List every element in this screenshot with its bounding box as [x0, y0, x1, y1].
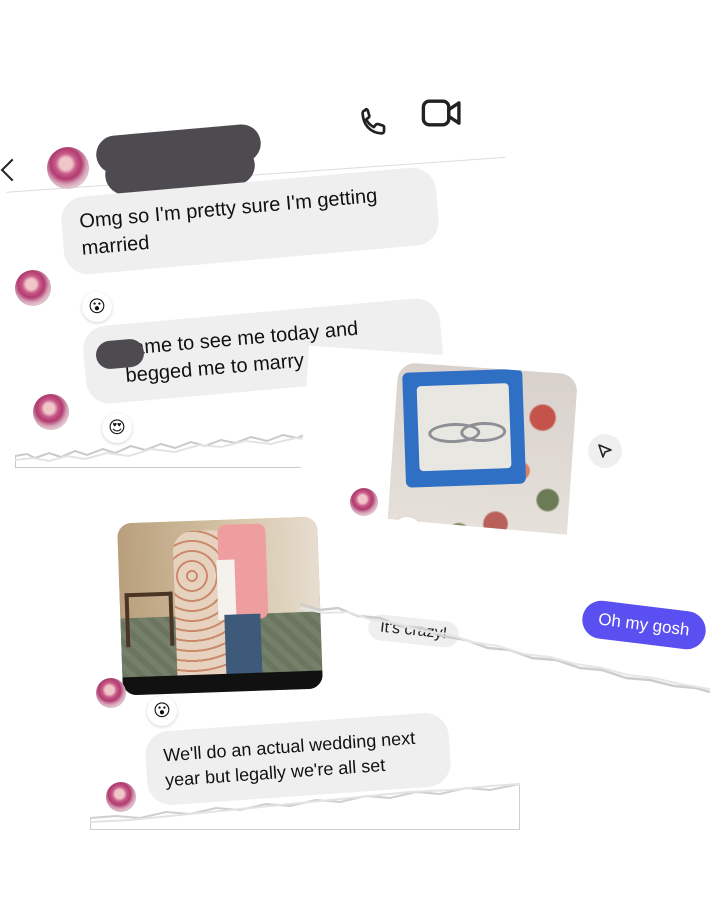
surprised-face-icon: 😮 [153, 701, 171, 720]
torn-edge-3 [90, 782, 520, 830]
sender-avatar-1 [15, 270, 51, 306]
sender-avatar-3 [350, 488, 378, 516]
share-button[interactable] [588, 434, 622, 468]
video-camera-icon[interactable] [420, 95, 464, 131]
surprised-face-icon: 😮 [88, 297, 106, 316]
reaction-badge-4[interactable]: 😮 [147, 696, 177, 726]
reaction-badge-1[interactable]: 😮 [82, 292, 112, 322]
torn-edge-2 [300, 602, 710, 694]
contact-avatar[interactable] [47, 147, 89, 189]
phone-icon[interactable] [356, 104, 392, 140]
couple-photo[interactable] [117, 516, 323, 696]
send-icon [598, 444, 612, 458]
ring-box [402, 368, 527, 488]
ring-2 [459, 421, 507, 443]
sender-avatar-4 [96, 678, 126, 708]
